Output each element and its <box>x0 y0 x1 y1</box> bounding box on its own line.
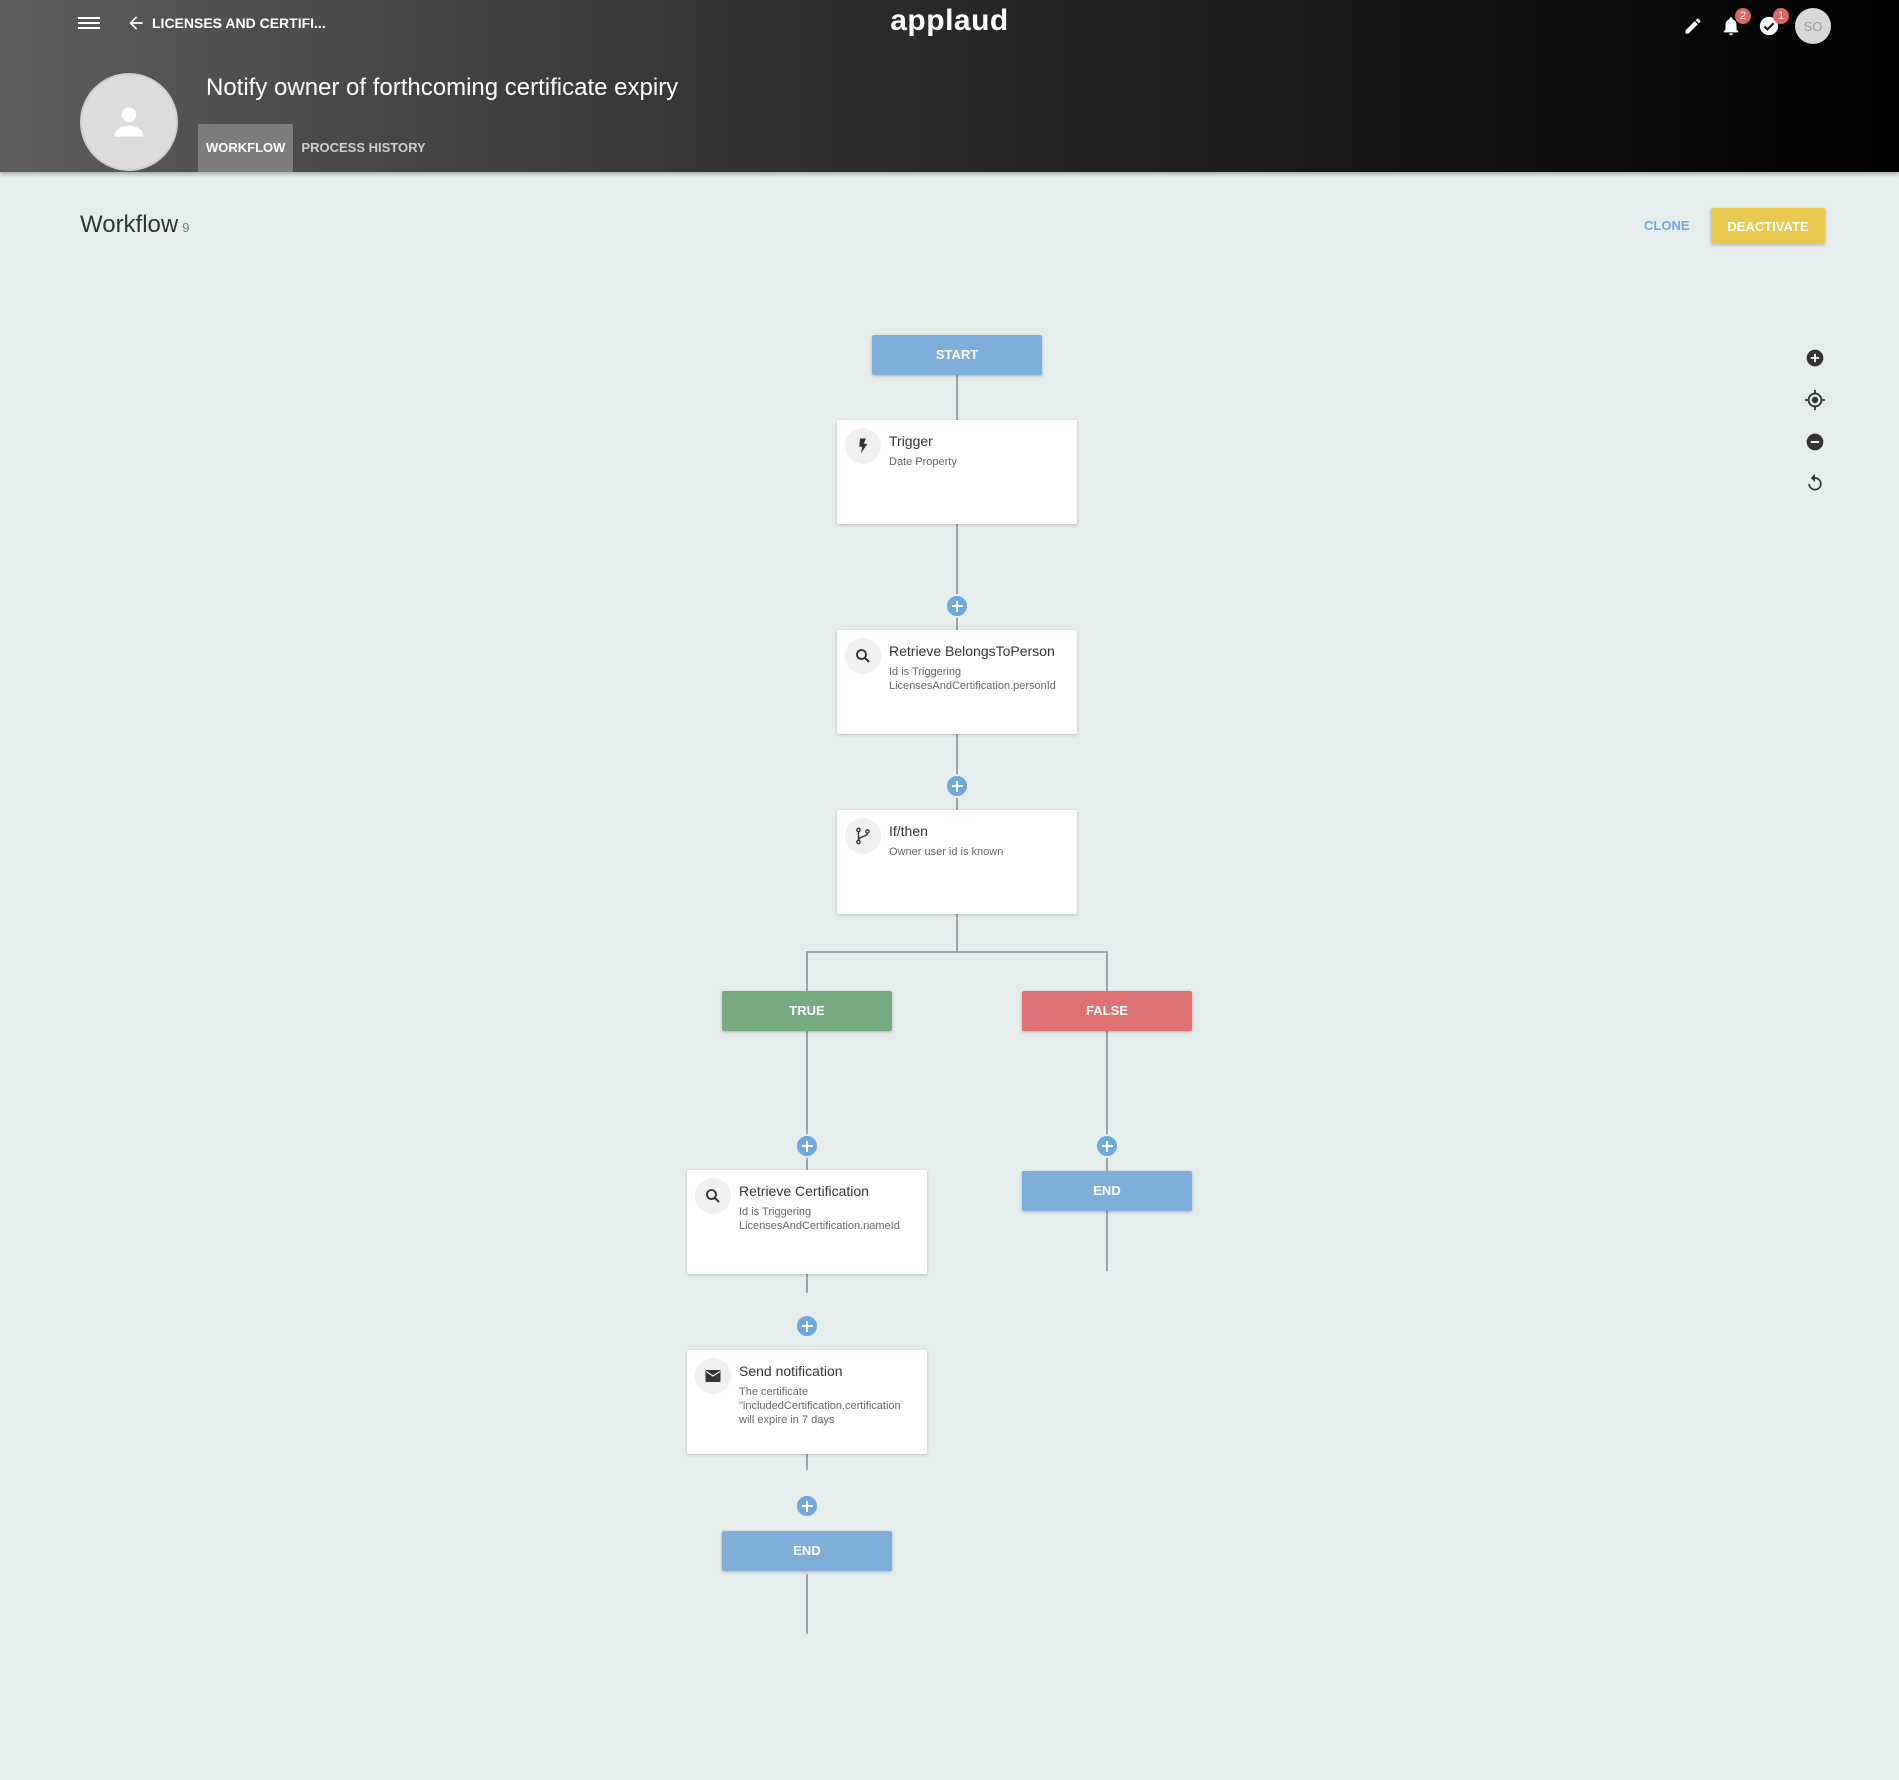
end-node[interactable]: END <box>722 1531 892 1571</box>
branch-icon <box>845 818 881 854</box>
node-title: Trigger <box>889 433 933 449</box>
workflow-canvas[interactable]: START Trigger Date Property Retrieve Bel… <box>0 300 1899 1634</box>
person-icon <box>114 107 144 137</box>
page-title: Notify owner of forthcoming certificate … <box>206 74 679 101</box>
mail-icon <box>695 1358 731 1394</box>
connector-line <box>806 951 1108 953</box>
node-subtitle: Id is Triggering LicensesAndCertificatio… <box>739 1206 900 1232</box>
deactivate-button[interactable]: DEACTIVATE <box>1711 208 1825 244</box>
end-node[interactable]: END <box>1022 1171 1192 1211</box>
workflow-heading: Workflow 9 <box>80 211 189 239</box>
node-title: Retrieve Certification <box>739 1183 869 1199</box>
tab-process-history[interactable]: PROCESS HISTORY <box>293 124 433 172</box>
node-subtitle: Id is Triggering LicensesAndCertificatio… <box>889 666 1056 692</box>
brand-logo[interactable]: applaud <box>890 4 1009 37</box>
add-step-button[interactable] <box>945 594 969 618</box>
clone-button[interactable]: CLONE <box>1630 208 1704 244</box>
back-link[interactable]: LICENSES AND CERTIFI... <box>126 13 326 33</box>
notifications-badge: 2 <box>1735 8 1751 24</box>
connector-line <box>1106 951 1108 991</box>
false-branch-label[interactable]: FALSE <box>1022 991 1192 1031</box>
tasks-badge: 1 <box>1773 8 1789 24</box>
node-title: Retrieve BelongsToPerson <box>889 643 1055 659</box>
true-branch-label[interactable]: TRUE <box>722 991 892 1031</box>
tab-bar: WORKFLOW PROCESS HISTORY <box>198 124 434 172</box>
search-icon <box>845 638 881 674</box>
app-header: LICENSES AND CERTIFI... applaud 2 1 SO N… <box>0 0 1899 172</box>
start-node[interactable]: START <box>872 335 1042 375</box>
connector-line <box>806 1574 808 1634</box>
add-step-button[interactable] <box>795 1314 819 1338</box>
bell-icon[interactable]: 2 <box>1719 8 1751 38</box>
ifthen-node[interactable]: If/then Owner user id is known <box>837 810 1077 914</box>
connector-line <box>956 375 958 422</box>
arrow-back-icon <box>129 16 143 30</box>
node-title: Send notification <box>739 1363 843 1379</box>
node-subtitle: The certificate "includedCertification.c… <box>739 1386 901 1426</box>
add-step-button[interactable] <box>795 1134 819 1158</box>
user-avatar[interactable]: SO <box>1795 8 1831 44</box>
header-actions: 2 1 SO <box>1681 8 1831 44</box>
node-subtitle: Date Property <box>889 456 957 468</box>
node-title: If/then <box>889 823 928 839</box>
menu-icon[interactable] <box>78 14 100 32</box>
tab-workflow[interactable]: WORKFLOW <box>198 124 294 172</box>
back-link-label: LICENSES AND CERTIFI... <box>152 15 326 31</box>
search-icon <box>695 1178 731 1214</box>
trigger-node[interactable]: Trigger Date Property <box>837 420 1077 524</box>
workflow-heading-label: Workflow <box>80 211 179 238</box>
node-subtitle: Owner user id is known <box>889 846 1004 858</box>
bolt-icon <box>845 428 881 464</box>
tasks-check-icon[interactable]: 1 <box>1757 8 1789 38</box>
edit-icon[interactable] <box>1681 14 1705 38</box>
workflow-avatar <box>80 73 178 171</box>
send-notification-node[interactable]: Send notification The certificate "inclu… <box>687 1350 927 1454</box>
connector-line <box>806 951 808 991</box>
add-step-button[interactable] <box>945 774 969 798</box>
retrieve-person-node[interactable]: Retrieve BelongsToPerson Id is Triggerin… <box>837 630 1077 734</box>
add-step-button[interactable] <box>795 1494 819 1518</box>
connector-line <box>956 734 958 810</box>
workflow-count: 9 <box>182 220 190 235</box>
add-step-button[interactable] <box>1095 1134 1119 1158</box>
connector-line <box>956 914 958 952</box>
retrieve-certification-node[interactable]: Retrieve Certification Id is Triggering … <box>687 1170 927 1274</box>
